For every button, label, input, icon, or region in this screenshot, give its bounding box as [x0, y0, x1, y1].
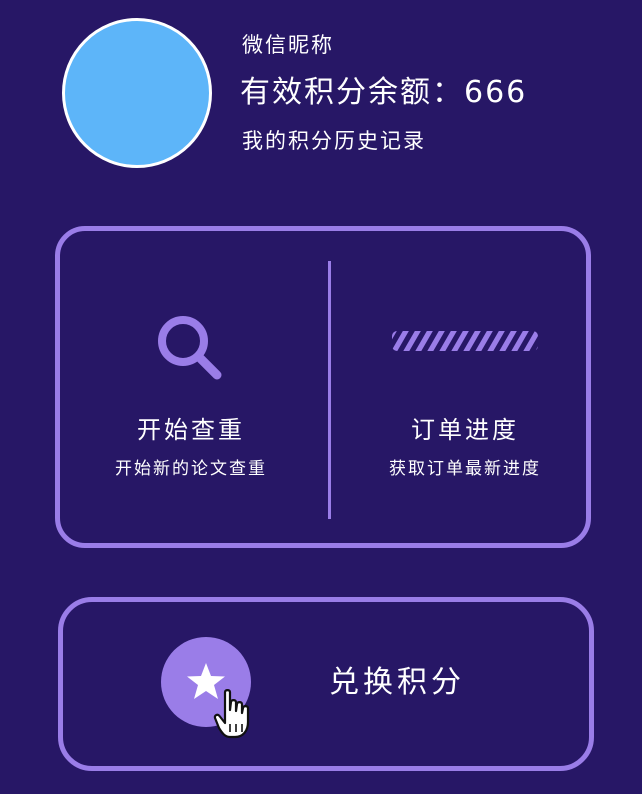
progress-bar-icon	[334, 329, 596, 357]
order-progress-subtitle: 获取订单最新进度	[389, 459, 541, 479]
order-progress-title: 订单进度	[411, 416, 519, 444]
points-history-link[interactable]: 我的积分历史记录	[242, 126, 426, 156]
hand-cursor-icon	[213, 689, 250, 739]
avatar	[62, 18, 212, 168]
points-label: 有效积分余额：	[240, 75, 464, 110]
start-check-subtitle: 开始新的论文查重	[115, 459, 267, 479]
start-check-title: 开始查重	[137, 416, 245, 444]
exchange-points-button[interactable]: 兑换积分	[58, 597, 594, 771]
exchange-points-label: 兑换积分	[329, 665, 465, 700]
points-balance: 有效积分余额：666	[240, 72, 527, 114]
points-value: 666	[464, 75, 528, 110]
nickname: 微信昵称	[242, 33, 334, 57]
start-check-button[interactable]: 开始查重 开始新的论文查重	[60, 231, 322, 543]
action-card: 开始查重 开始新的论文查重 订单进度 获取订单最新进度	[55, 226, 591, 548]
search-icon	[60, 309, 322, 393]
order-progress-button[interactable]: 订单进度 获取订单最新进度	[334, 231, 596, 543]
card-divider	[328, 261, 331, 519]
